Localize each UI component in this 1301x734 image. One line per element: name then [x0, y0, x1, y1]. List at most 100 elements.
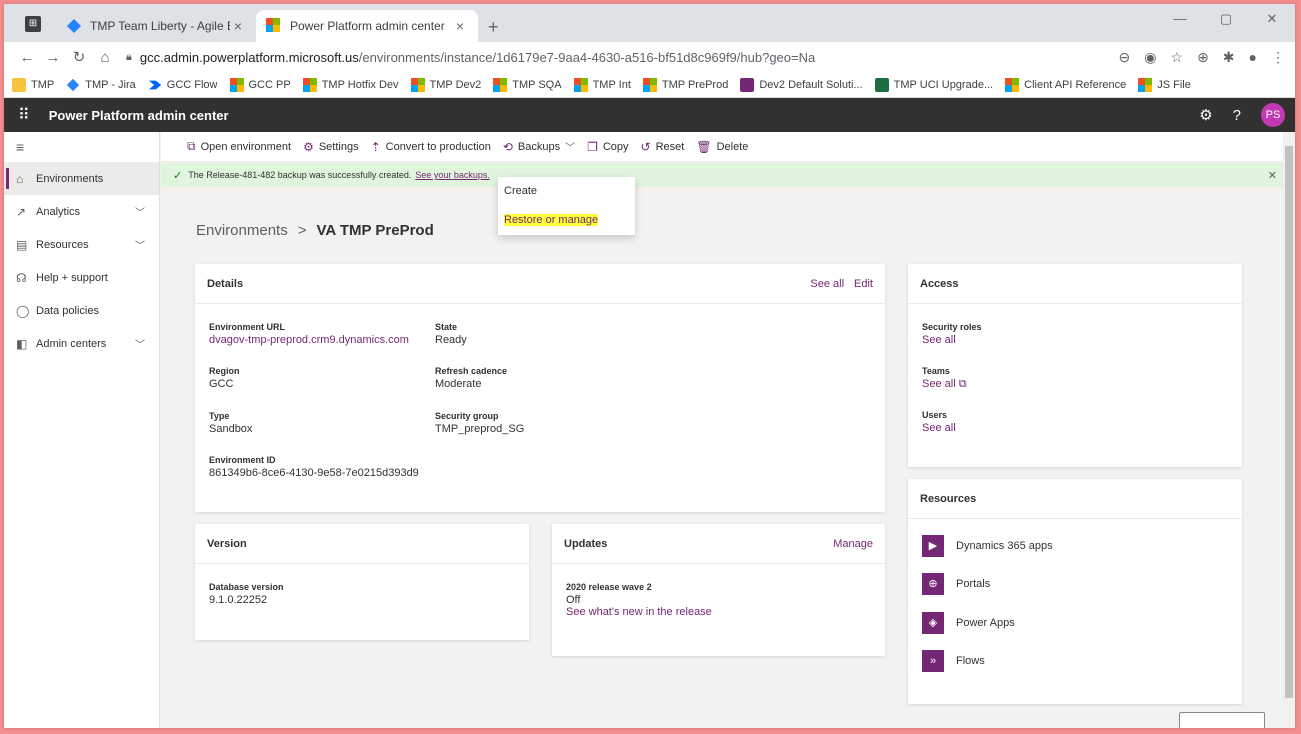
- version-card: Version Database version 9.1.0.22252: [195, 524, 529, 640]
- close-icon[interactable]: ✕: [1268, 169, 1277, 182]
- resource-item-portals[interactable]: ⊕ Portals: [922, 573, 990, 595]
- feedback-button[interactable]: [1179, 712, 1265, 728]
- edit-link[interactable]: Edit: [854, 278, 873, 290]
- environment-url-link[interactable]: dvagov-tmp-preprod.crm9.dynamics.com: [209, 334, 409, 346]
- sidebar-item-resources[interactable]: ▤ Resources ﹀: [4, 228, 159, 261]
- bookmark-item[interactable]: TMP Int: [573, 77, 631, 92]
- whats-new-link[interactable]: See what's new in the release: [566, 606, 712, 618]
- close-icon[interactable]: ×: [452, 18, 468, 34]
- updates-card: Updates Manage 2020 release wave 2 Off S…: [552, 524, 885, 656]
- security-roles-see-all-link[interactable]: See all: [922, 334, 982, 346]
- backup-icon: ⟲: [502, 139, 513, 154]
- users-see-all-link[interactable]: See all: [922, 422, 956, 434]
- bookmark-item[interactable]: TMP Dev2: [410, 77, 481, 92]
- card-header: Details See all Edit: [195, 264, 885, 304]
- close-icon[interactable]: ×: [230, 18, 246, 34]
- resource-item-flows[interactable]: » Flows: [922, 650, 985, 672]
- globe-icon[interactable]: ⊕: [1197, 49, 1209, 66]
- tab-title: TMP Team Liberty - Agile Board: [90, 19, 230, 33]
- card-title: Updates: [564, 537, 608, 550]
- release-wave-field: 2020 release wave 2 Off See what's new i…: [566, 582, 712, 618]
- security-roles-field: Security roles See all: [922, 322, 982, 346]
- reset-button[interactable]: ↺ Reset: [641, 140, 685, 154]
- zoom-icon[interactable]: ⊖: [1119, 49, 1131, 66]
- bookmark-item[interactable]: TMP UCI Upgrade...: [874, 77, 993, 92]
- star-icon[interactable]: ☆: [1171, 49, 1184, 66]
- teams-see-all-link[interactable]: See all ⧉: [922, 378, 967, 391]
- shield-icon: ◯: [16, 303, 30, 318]
- chevron-down-icon[interactable]: ﹀: [135, 237, 159, 252]
- tab-search-icon[interactable]: ⊞: [25, 16, 41, 32]
- avatar[interactable]: PS: [1261, 103, 1285, 127]
- bookmark-item[interactable]: TMP: [12, 77, 54, 92]
- maximize-icon[interactable]: ▢: [1203, 4, 1249, 36]
- forward-icon[interactable]: →: [40, 49, 66, 66]
- scrollbar[interactable]: [1283, 132, 1295, 728]
- url-field[interactable]: 🔒︎ gcc.admin.powerplatform.microsoft.us /…: [126, 50, 1119, 65]
- bookmark-item[interactable]: JS File: [1138, 77, 1191, 92]
- convert-to-production-button[interactable]: ⇡ Convert to production: [371, 140, 491, 154]
- bookmarks-bar: TMP TMP - Jira GCC Flow GCC PP TMP Hotfi…: [4, 72, 1295, 98]
- lock-icon[interactable]: 🔒︎: [126, 51, 132, 64]
- tab-title: Power Platform admin center: [290, 19, 445, 33]
- chevron-down-icon[interactable]: ﹀: [135, 204, 159, 219]
- resource-item-power-apps[interactable]: ◈ Power Apps: [922, 612, 1015, 634]
- minimize-icon[interactable]: —: [1157, 4, 1203, 36]
- breadcrumb-parent[interactable]: Environments: [196, 222, 288, 239]
- browser-tab-jira[interactable]: TMP Team Liberty - Agile Board ×: [56, 10, 256, 42]
- app-launcher-icon[interactable]: ⠿: [18, 105, 31, 125]
- chevron-down-icon[interactable]: ﹀: [135, 336, 159, 351]
- excel-icon: [874, 77, 889, 92]
- menu-icon[interactable]: ⋮: [1271, 49, 1285, 66]
- bookmark-item[interactable]: TMP SQA: [493, 77, 562, 92]
- sidebar-item-data-policies[interactable]: ◯ Data policies: [4, 294, 159, 327]
- profile-icon[interactable]: ●: [1249, 49, 1257, 66]
- menu-item-create[interactable]: Create: [498, 177, 635, 206]
- new-tab-icon[interactable]: +: [488, 17, 499, 38]
- backups-button[interactable]: ⟲ Backups ﹀: [502, 139, 575, 155]
- help-icon[interactable]: ?: [1233, 107, 1241, 124]
- resource-item-dynamics[interactable]: ▶ Dynamics 365 apps: [922, 535, 1053, 557]
- reload-icon[interactable]: ↻: [66, 48, 92, 66]
- eye-icon[interactable]: ◉: [1144, 49, 1156, 66]
- open-environment-button[interactable]: ⧉ Open environment: [187, 139, 291, 154]
- page-title: VA TMP PreProd: [316, 222, 434, 239]
- address-bar: ← → ↻ ⌂ 🔒︎ gcc.admin.powerplatform.micro…: [4, 42, 1295, 72]
- jira-icon: [67, 78, 80, 91]
- bookmark-item[interactable]: Client API Reference: [1005, 77, 1126, 92]
- copy-icon: ❐: [587, 139, 598, 154]
- back-icon[interactable]: ←: [14, 49, 40, 66]
- close-window-icon[interactable]: ✕: [1249, 4, 1295, 36]
- convert-icon: ⇡: [370, 139, 381, 154]
- sidebar-item-admin-centers[interactable]: ◧ Admin centers ﹀: [4, 327, 159, 360]
- home-icon[interactable]: ⌂: [92, 49, 118, 66]
- bookmark-item[interactable]: Dev2 Default Soluti...: [740, 77, 863, 92]
- bookmark-item[interactable]: TMP Hotfix Dev: [302, 77, 399, 92]
- hamburger-icon[interactable]: ≡: [4, 132, 159, 162]
- card-header: Access: [908, 264, 1242, 304]
- copy-button[interactable]: ❐ Copy: [587, 140, 628, 154]
- environment-id-field: Environment ID 861349b6-8ce6-4130-9e58-7…: [209, 455, 419, 479]
- manage-link[interactable]: Manage: [833, 538, 873, 550]
- menu-item-restore-or-manage[interactable]: Restore or manage: [498, 206, 635, 235]
- bookmark-item[interactable]: GCC Flow: [148, 78, 218, 92]
- delete-button[interactable]: 🗑︎ Delete: [696, 140, 748, 154]
- bookmark-item[interactable]: TMP - Jira: [66, 78, 136, 92]
- browser-tab-ppac[interactable]: Power Platform admin center ×: [256, 10, 478, 42]
- window-controls: — ▢ ✕: [1157, 4, 1295, 36]
- sidebar-item-environments[interactable]: ⌂ Environments: [4, 162, 159, 195]
- see-all-link[interactable]: See all: [810, 278, 844, 290]
- extensions-icon[interactable]: ✱: [1223, 49, 1235, 66]
- sidebar-item-help-support[interactable]: ☊ Help + support: [4, 261, 159, 294]
- bookmark-item[interactable]: GCC PP: [229, 77, 291, 92]
- gear-icon[interactable]: ⚙: [1199, 106, 1212, 124]
- card-header: Version: [195, 524, 529, 564]
- region-field: Region GCC: [209, 366, 240, 390]
- resources-icon: ▤: [16, 237, 28, 252]
- scrollbar-thumb[interactable]: [1285, 146, 1293, 698]
- settings-button[interactable]: ⚙ Settings: [303, 140, 359, 154]
- bookmark-item[interactable]: TMP PreProd: [642, 77, 728, 92]
- microsoft-logo-icon: [642, 77, 657, 92]
- see-backups-link[interactable]: See your backups.: [415, 170, 490, 180]
- sidebar-item-analytics[interactable]: ↗ Analytics ﹀: [4, 195, 159, 228]
